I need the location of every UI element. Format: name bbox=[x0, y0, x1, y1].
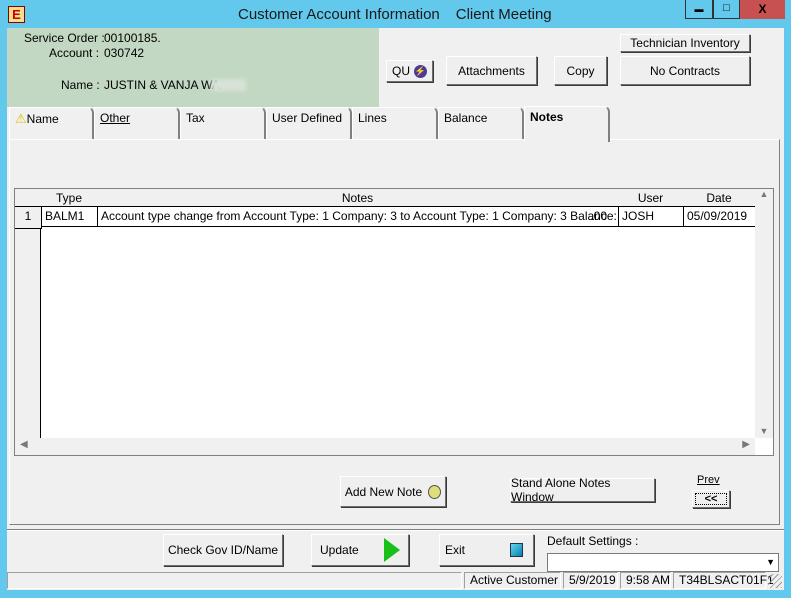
scroll-down-icon[interactable]: ▼ bbox=[755, 426, 773, 436]
check-gov-id-button[interactable]: Check Gov ID/Name bbox=[163, 534, 283, 566]
tab-label: Other bbox=[100, 111, 131, 125]
tab-label: Lines bbox=[358, 111, 387, 125]
chevron-down-icon[interactable]: ▼ bbox=[766, 557, 775, 567]
note-text: Account type change from Account Type: 1… bbox=[101, 209, 617, 223]
scroll-right-icon[interactable]: ▶ bbox=[742, 439, 750, 450]
button-label: Add New Note bbox=[344, 484, 423, 499]
name-label: Name : bbox=[61, 78, 100, 92]
account-value: 030742 bbox=[104, 46, 145, 60]
column-header-notes[interactable]: Notes bbox=[97, 189, 619, 207]
resize-grip-icon[interactable] bbox=[768, 574, 782, 588]
default-settings-select[interactable]: ▼ bbox=[547, 553, 779, 572]
warning-icon: ⚠ bbox=[15, 111, 27, 126]
tab-balance[interactable]: Balance bbox=[438, 107, 524, 140]
grid-corner bbox=[15, 189, 42, 207]
tab-label: Notes bbox=[530, 110, 564, 124]
cell-notes[interactable]: Account type change from Account Type: 1… bbox=[97, 207, 619, 227]
prev-label: Prev bbox=[697, 474, 720, 486]
no-contracts-button[interactable]: No Contracts bbox=[620, 56, 750, 85]
prev-button[interactable]: << bbox=[692, 490, 730, 508]
service-order-label: Service Order : bbox=[24, 31, 105, 45]
service-order-value: 00100185. bbox=[104, 31, 161, 45]
name-value: JUSTIN & VANJA WA bbox=[104, 78, 221, 92]
title-text: Customer Account Information bbox=[238, 6, 440, 23]
tab-notes[interactable]: Notes bbox=[524, 106, 610, 142]
add-new-note-button[interactable]: Add New Note bbox=[340, 476, 446, 507]
yellow-circle-icon bbox=[428, 484, 442, 499]
qu-button[interactable]: QU ⚡ bbox=[386, 60, 433, 82]
stop-square-icon bbox=[510, 543, 523, 557]
tab-lines[interactable]: Lines bbox=[352, 107, 438, 140]
column-header-type[interactable]: Type bbox=[41, 189, 98, 207]
default-settings-label: Default Settings : bbox=[547, 534, 639, 548]
qu-label: QU bbox=[392, 64, 410, 78]
note-amount: .00 bbox=[590, 209, 607, 223]
update-button[interactable]: Update bbox=[311, 534, 409, 566]
column-header-user[interactable]: User bbox=[618, 189, 684, 207]
cell-user[interactable]: JOSH bbox=[618, 207, 684, 227]
lightning-icon: ⚡ bbox=[414, 64, 427, 78]
play-arrow-icon bbox=[384, 538, 400, 562]
tab-other[interactable]: Other bbox=[94, 107, 180, 140]
scroll-up-icon[interactable]: ▲ bbox=[755, 189, 773, 199]
vertical-scrollbar[interactable]: ▲ ▼ bbox=[755, 189, 773, 438]
status-customer: Active Customer bbox=[464, 572, 561, 589]
cell-type[interactable]: BALM1 bbox=[41, 207, 98, 227]
status-date: 5/9/2019 bbox=[563, 572, 618, 589]
cell-date[interactable]: 05/09/2019 bbox=[683, 207, 756, 227]
stand-alone-notes-button[interactable]: Stand Alone Notes Window bbox=[510, 476, 655, 504]
tab-name[interactable]: ⚠Name bbox=[9, 107, 94, 140]
row-number[interactable]: 1 bbox=[15, 207, 42, 227]
horizontal-scrollbar[interactable]: ◀ ▶ bbox=[15, 438, 755, 455]
tab-label: Name bbox=[26, 112, 59, 126]
window-title: Customer Account Information Client Meeti… bbox=[238, 6, 552, 23]
status-left bbox=[7, 572, 462, 589]
new-row-header bbox=[15, 226, 42, 229]
copy-button[interactable]: Copy bbox=[554, 56, 607, 85]
minimize-button[interactable]: ▬ bbox=[685, 0, 713, 19]
column-header-date[interactable]: Date bbox=[683, 189, 756, 207]
button-label: Update bbox=[320, 543, 359, 557]
exit-button[interactable]: Exit bbox=[439, 534, 534, 566]
close-button[interactable]: X bbox=[740, 0, 785, 19]
name-blurred bbox=[211, 79, 246, 91]
account-label: Account : bbox=[49, 46, 100, 60]
attachments-button[interactable]: Attachments bbox=[446, 56, 537, 85]
scroll-left-icon[interactable]: ◀ bbox=[20, 439, 28, 450]
notes-grid bbox=[14, 188, 774, 456]
technician-inventory-button[interactable]: Technician Inventory bbox=[620, 34, 750, 52]
bottom-separator bbox=[7, 529, 784, 531]
subtitle-text: Client Meeting bbox=[455, 6, 552, 23]
button-label: Exit bbox=[445, 543, 466, 557]
maximize-button[interactable]: □ bbox=[713, 0, 740, 19]
tab-tax[interactable]: Tax bbox=[180, 107, 266, 140]
app-icon[interactable]: E bbox=[8, 6, 25, 23]
tab-label: User Defined bbox=[272, 111, 343, 125]
tab-user-defined[interactable]: User Defined bbox=[266, 107, 352, 140]
tab-label: Tax bbox=[186, 111, 205, 125]
tab-label: Balance bbox=[444, 111, 488, 125]
status-terminal: T34BLSACT01F1 bbox=[673, 572, 774, 589]
status-time: 9:58 AM bbox=[620, 572, 671, 589]
